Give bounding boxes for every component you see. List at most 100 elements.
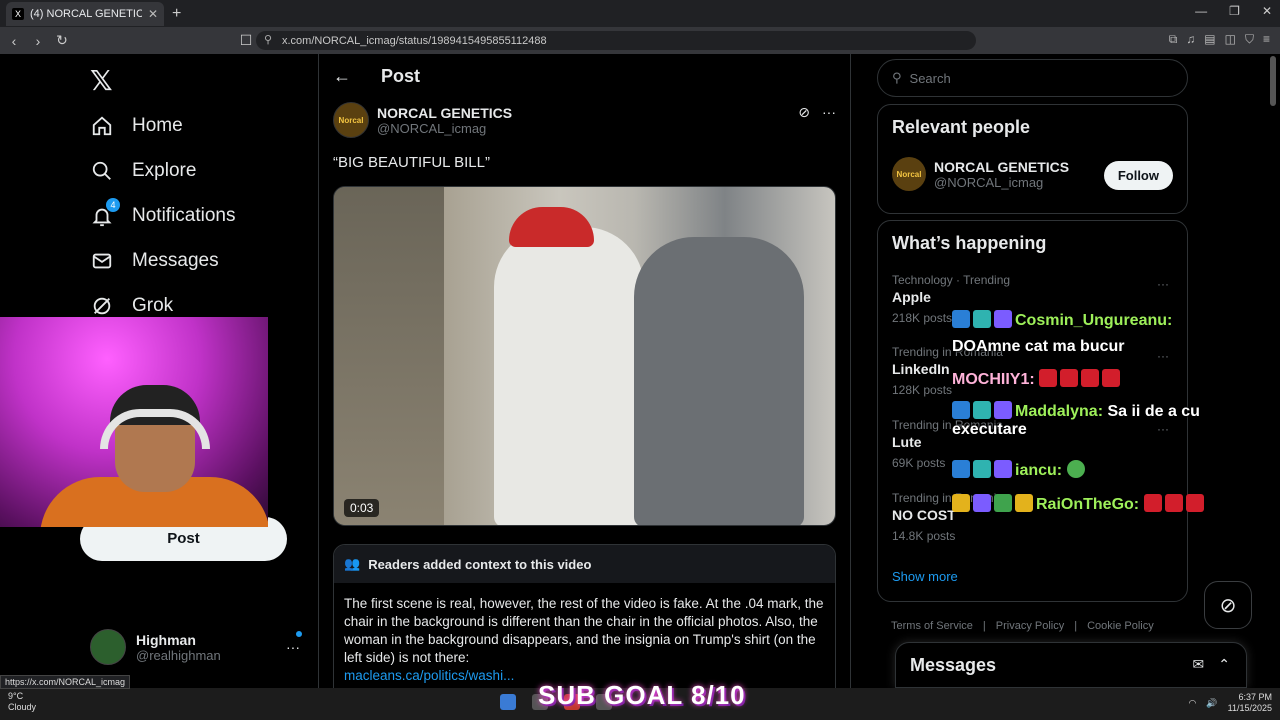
video-person-left xyxy=(494,227,644,525)
sidebar-icon[interactable]: ▤ xyxy=(1204,32,1215,47)
relevant-person-handle[interactable]: @NORCAL_icmag xyxy=(934,175,1069,190)
x-logo-icon[interactable]: 𝕏 xyxy=(90,64,113,97)
community-note-title: Readers added context to this video xyxy=(368,556,592,572)
nav-grok-label: Grok xyxy=(132,295,174,316)
author-name[interactable]: NORCAL GENETICS xyxy=(377,105,512,121)
system-tray: ◠ 🔊 6:37 PM 11/15/2025 xyxy=(1189,692,1272,714)
reload-icon[interactable]: ↻ xyxy=(52,32,72,49)
post-actions: ⊘ ··· xyxy=(798,104,836,121)
expand-icon[interactable]: ⌃ xyxy=(1218,656,1230,673)
window-controls: — ❐ ✕ xyxy=(1195,4,1272,18)
author-handle[interactable]: @NORCAL_icmag xyxy=(377,121,512,136)
messages-drawer-icons: ✉ ⌃ xyxy=(1193,656,1230,673)
relevant-person[interactable]: Norcal NORCAL GENETICS @NORCAL_icmag xyxy=(892,157,1069,191)
weather-temp: 9°C xyxy=(8,691,24,701)
new-message-icon[interactable]: ✉ xyxy=(1193,656,1205,673)
relevant-person-name[interactable]: NORCAL GENETICS xyxy=(934,159,1069,175)
trend-more-icon[interactable]: ··· xyxy=(1157,349,1169,363)
chat-message: iancu: xyxy=(952,460,1088,480)
nav-home[interactable]: Home xyxy=(90,114,183,138)
post-author[interactable]: Norcal NORCAL GENETICS @NORCAL_icmag xyxy=(333,102,512,138)
search-placeholder: Search xyxy=(909,70,951,86)
more-icon[interactable]: ··· xyxy=(286,639,300,655)
notification-badge: 4 xyxy=(106,198,120,212)
video-timestamp: 0:03 xyxy=(344,499,380,517)
nav-notifications[interactable]: 4 Notifications xyxy=(90,198,236,228)
clock-time: 6:37 PM xyxy=(1238,692,1272,702)
url-field[interactable]: ⚲ x.com/NORCAL_icmag/status/198941549585… xyxy=(256,31,976,50)
nav-explore[interactable]: Explore xyxy=(90,159,196,183)
wifi-icon[interactable]: ◠ xyxy=(1189,698,1197,709)
chat-username: RaiOnTheGo: xyxy=(1036,496,1140,513)
x-logo-icon: X xyxy=(12,7,24,20)
music-icon[interactable]: ♫ xyxy=(1186,32,1195,47)
grok-explain-icon[interactable]: ⊘ xyxy=(798,104,810,121)
close-window-icon[interactable]: ✕ xyxy=(1262,4,1272,18)
badge-icon xyxy=(952,310,970,328)
badge-icon xyxy=(952,401,970,419)
crown-icon xyxy=(952,494,970,512)
start-icon[interactable] xyxy=(500,694,516,710)
relevant-people-title: Relevant people xyxy=(892,117,1031,137)
unread-dot-icon xyxy=(296,631,302,637)
trend-count: 14.8K posts xyxy=(892,529,956,543)
footer-cookie[interactable]: Cookie Policy xyxy=(1087,620,1154,632)
whats-happening-title: What’s happening xyxy=(892,233,1047,253)
community-note-text: The first scene is real, however, the re… xyxy=(344,596,824,665)
extensions-icon[interactable]: ⧉ xyxy=(1169,32,1178,47)
trend-name: Apple xyxy=(892,289,931,305)
post-text: “BIG BEAUTIFUL BILL” xyxy=(333,154,490,171)
mail-icon xyxy=(90,249,114,273)
community-note-link[interactable]: macleans.ca/politics/washi... xyxy=(344,668,514,683)
more-options-icon[interactable]: ··· xyxy=(822,104,836,121)
search-input[interactable]: ⚲ Search xyxy=(877,59,1188,97)
volume-icon[interactable]: 🔊 xyxy=(1206,698,1217,709)
close-tab-icon[interactable]: ✕ xyxy=(148,7,158,21)
video-player[interactable]: 0:03 xyxy=(333,186,836,526)
maximize-icon[interactable]: ❐ xyxy=(1229,4,1240,18)
account-switcher[interactable]: Highman @realhighman ··· xyxy=(90,629,302,665)
back-icon[interactable]: ‹ xyxy=(4,33,24,49)
nav-messages[interactable]: Messages xyxy=(90,249,219,273)
clock-date: 11/15/2025 xyxy=(1227,703,1272,713)
people-icon: 👥 xyxy=(344,556,361,571)
page-scrollbar[interactable] xyxy=(1270,56,1276,106)
nav-grok[interactable]: Grok xyxy=(90,294,173,318)
bell-icon: 4 xyxy=(90,198,120,228)
shield-icon[interactable]: ⛉ xyxy=(1245,32,1254,47)
emote-icon xyxy=(1164,494,1183,512)
minimize-icon[interactable]: — xyxy=(1195,4,1207,18)
footer-terms[interactable]: Terms of Service xyxy=(891,620,973,632)
browser-tabbar: X (4) NORCAL GENETICS on X: "BI ✕ + — ❐ … xyxy=(0,0,1280,27)
author-avatar[interactable]: Norcal xyxy=(333,102,369,138)
menu-icon[interactable]: ≡ xyxy=(1263,32,1270,47)
messages-drawer[interactable]: Messages ✉ ⌃ xyxy=(895,642,1247,688)
site-info-icon[interactable]: ⚲ xyxy=(264,33,272,46)
page-title: Post xyxy=(381,66,421,86)
trend-more-icon[interactable]: ··· xyxy=(1157,277,1169,291)
avatar[interactable]: Norcal xyxy=(892,157,926,191)
weather-widget[interactable]: 9°C Cloudy xyxy=(8,691,36,713)
trend-context: Technology · Trending xyxy=(892,273,1011,287)
browser-tab[interactable]: X (4) NORCAL GENETICS on X: "BI ✕ xyxy=(6,1,164,26)
clock[interactable]: 6:37 PM 11/15/2025 xyxy=(1228,692,1272,714)
status-bar-url: https://x.com/NORCAL_icmag xyxy=(0,675,131,689)
grok-icon xyxy=(90,294,114,318)
forward-icon[interactable]: › xyxy=(28,33,48,49)
badge-icon xyxy=(1015,494,1033,512)
bookmark-icon[interactable]: ☐ xyxy=(236,32,256,49)
chat-username: iancu: xyxy=(1015,462,1063,479)
badge-icon xyxy=(994,460,1012,478)
follow-button[interactable]: Follow xyxy=(1103,161,1173,190)
back-arrow-icon[interactable]: ← xyxy=(333,66,351,87)
grok-icon: ⊘ xyxy=(1219,594,1237,617)
grok-floating-button[interactable]: ⊘ xyxy=(1204,581,1252,629)
wallet-icon[interactable]: ◫ xyxy=(1225,32,1236,47)
emote-icon xyxy=(1060,369,1079,387)
chat-username: Cosmin_Ungureanu: xyxy=(1015,312,1173,329)
webcam-overlay xyxy=(0,317,268,527)
show-more-link[interactable]: Show more xyxy=(892,569,958,584)
url-text: x.com/NORCAL_icmag/status/19894154958551… xyxy=(282,34,547,47)
new-tab-icon[interactable]: + xyxy=(172,5,181,23)
footer-privacy[interactable]: Privacy Policy xyxy=(996,620,1064,632)
